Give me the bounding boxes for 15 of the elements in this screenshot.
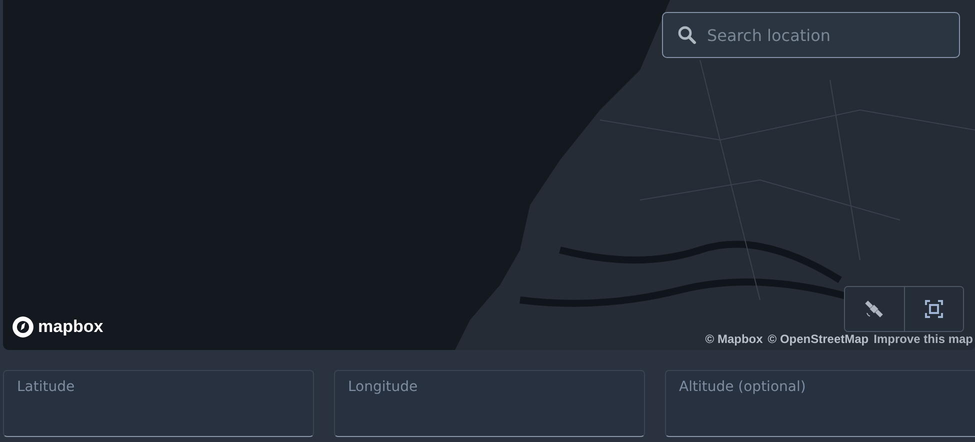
coordinate-field[interactable]: Latitude bbox=[3, 370, 314, 437]
attribution-link[interactable]: © Mapbox bbox=[705, 332, 763, 346]
attribution-link[interactable]: © OpenStreetMap bbox=[768, 332, 869, 346]
coordinate-field[interactable]: Altitude (optional) bbox=[665, 370, 975, 437]
search-icon bbox=[677, 25, 697, 45]
search-field[interactable]: Search location bbox=[662, 12, 960, 58]
satellite-icon bbox=[864, 299, 884, 319]
logo-wordmark: mapbox bbox=[38, 317, 104, 337]
mapbox-logo[interactable]: mapbox bbox=[12, 316, 104, 338]
satellite-button[interactable] bbox=[845, 287, 904, 331]
logo-icon bbox=[12, 316, 34, 338]
map-panel[interactable]: Search location mapbox © Mapbox © OpenStreetMap Improve this map bbox=[3, 0, 975, 350]
attribution-link[interactable]: Improve this map bbox=[874, 332, 973, 346]
fullscreen-icon bbox=[924, 299, 944, 319]
coordinate-field[interactable]: Longitude bbox=[334, 370, 645, 437]
